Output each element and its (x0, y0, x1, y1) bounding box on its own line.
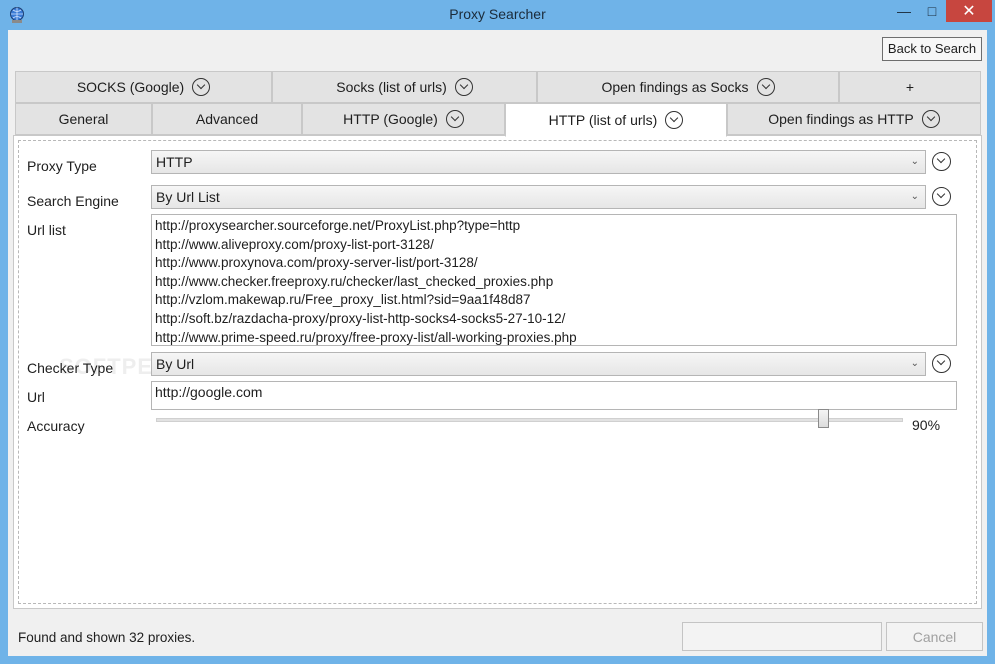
url-list-item: http://www.checker.freeproxy.ru/checker/… (155, 273, 554, 289)
checker-type-menu-icon[interactable] (932, 354, 951, 373)
tab-advanced[interactable]: Advanced (152, 103, 302, 135)
minimize-icon[interactable]: — (890, 0, 918, 22)
chevron-down-icon[interactable] (445, 110, 464, 128)
tab-label: HTTP (Google) (343, 111, 438, 127)
status-message: Found and shown 32 proxies. (18, 630, 196, 645)
proxy-type-menu-icon[interactable] (932, 152, 951, 171)
client-area: Back to Search SOCKS (Google) Socks (lis… (8, 30, 987, 656)
tab-open-findings-socks[interactable]: Open findings as Socks (537, 71, 839, 103)
settings-panel: Proxy Type HTTP ⌄ Search Engine By Url L… (13, 135, 982, 609)
search-engine-label: Search Engine (27, 193, 119, 209)
url-list-item: http://www.aliveproxy.com/proxy-list-por… (155, 236, 434, 252)
chevron-down-icon[interactable] (756, 78, 775, 96)
dropdown-arrow-icon: ⌄ (910, 358, 919, 369)
app-window: Proxy Searcher — □ ✕ Back to Search SOCK… (0, 0, 995, 664)
checker-type-select[interactable]: By Url ⌄ (151, 352, 926, 376)
action-button[interactable] (682, 622, 882, 651)
url-label: Url (27, 389, 45, 405)
tab-label: SOCKS (Google) (76, 79, 185, 95)
proxy-type-label: Proxy Type (27, 158, 97, 174)
tab-http-google[interactable]: HTTP (Google) (302, 103, 505, 135)
tab-label: General (58, 111, 109, 127)
tab-label: Socks (list of urls) (336, 79, 447, 95)
proxy-type-value: HTTP (156, 154, 193, 170)
window-title: Proxy Searcher (449, 6, 546, 22)
tab-add[interactable]: + (839, 71, 981, 103)
url-list-item: http://www.proxynova.com/proxy-server-li… (155, 255, 478, 271)
accuracy-label: Accuracy (27, 418, 85, 434)
url-list-item: http://www.prime-speed.ru/proxy/free-pro… (155, 329, 577, 345)
url-list-label: Url list (27, 222, 66, 238)
tab-label: Advanced (195, 111, 259, 127)
maximize-icon[interactable]: □ (918, 0, 946, 22)
dropdown-arrow-icon: ⌄ (910, 156, 919, 167)
tab-label: Open findings as HTTP (768, 111, 914, 127)
search-engine-select[interactable]: By Url List ⌄ (151, 185, 926, 209)
cancel-button[interactable]: Cancel (886, 622, 983, 651)
chevron-down-icon[interactable] (921, 110, 940, 128)
search-engine-menu-icon[interactable] (932, 187, 951, 206)
url-list-item: http://soft.bz/razdacha-proxy/proxy-list… (155, 310, 566, 326)
chevron-down-icon[interactable] (192, 78, 211, 96)
tab-general[interactable]: General (15, 103, 152, 135)
close-icon[interactable]: ✕ (946, 0, 992, 22)
title-bar[interactable]: Proxy Searcher — □ ✕ (0, 0, 995, 30)
dropdown-arrow-icon: ⌄ (910, 191, 919, 202)
checker-type-label: Checker Type (27, 360, 114, 376)
tab-socks-list-of-urls[interactable]: Socks (list of urls) (272, 71, 537, 103)
url-list-item: http://proxysearcher.sourceforge.net/Pro… (155, 218, 521, 233)
tab-http-list-of-urls[interactable]: HTTP (list of urls) (505, 103, 727, 137)
tab-label: Open findings as Socks (601, 79, 749, 95)
url-list-item: http://vzlom.makewap.ru/Free_proxy_list.… (155, 292, 531, 308)
search-engine-value: By Url List (156, 189, 220, 205)
proxy-type-select[interactable]: HTTP ⌄ (151, 150, 926, 174)
accuracy-slider-thumb[interactable] (818, 409, 830, 428)
chevron-down-icon[interactable] (454, 78, 473, 96)
tab-open-findings-http[interactable]: Open findings as HTTP (727, 103, 981, 135)
tab-socks-google[interactable]: SOCKS (Google) (15, 71, 272, 103)
url-input[interactable]: http://google.com (151, 381, 957, 410)
checker-type-value: By Url (156, 356, 195, 372)
url-list-textarea[interactable]: http://proxysearcher.sourceforge.net/Pro… (151, 214, 957, 346)
tab-label: HTTP (list of urls) (548, 112, 658, 128)
accuracy-slider-track[interactable] (156, 418, 903, 422)
accuracy-value: 90% (912, 417, 941, 433)
plus-icon: + (905, 79, 915, 95)
chevron-down-icon[interactable] (665, 111, 684, 129)
back-to-search-button[interactable]: Back to Search (882, 37, 982, 61)
